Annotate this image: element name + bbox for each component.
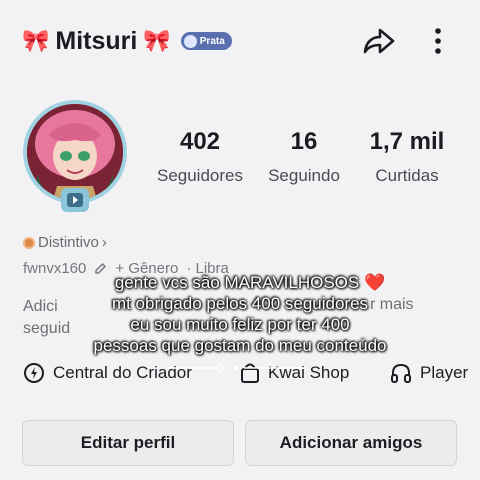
share-button[interactable] bbox=[362, 27, 396, 55]
creator-bolt-icon bbox=[24, 363, 44, 383]
stat-followers[interactable]: 402 Seguidores bbox=[152, 128, 248, 186]
heart-icon: ❤️ bbox=[363, 273, 386, 292]
caption-sparkle-divider bbox=[168, 363, 304, 373]
followers-count: 402 bbox=[179, 128, 221, 155]
play-icon bbox=[67, 193, 83, 207]
following-count: 16 bbox=[290, 128, 318, 155]
title-row: 🎀 Mitsuri 🎀 Prata bbox=[22, 26, 232, 56]
add-friends-button[interactable]: Adicionar amigos bbox=[245, 420, 457, 466]
caption-line-4: pessoas que gostam do meu conteúdo bbox=[93, 336, 387, 355]
player-label: Player bbox=[420, 363, 469, 382]
bow-right-emoji: 🎀 bbox=[143, 28, 171, 53]
distinctive-link[interactable]: Distintivo › bbox=[23, 234, 107, 251]
video-caption-overlay: gente vcs são MARAVILHOSOS ❤️ mt obrigad… bbox=[0, 272, 480, 356]
more-vertical-icon bbox=[435, 28, 441, 54]
badge-icon bbox=[183, 34, 197, 48]
share-arrow-icon bbox=[363, 28, 395, 54]
caption-line-1-text: gente vcs são MARAVILHOSOS bbox=[114, 273, 360, 292]
headphones-icon bbox=[391, 363, 411, 383]
caption-line-1: gente vcs são MARAVILHOSOS ❤️ bbox=[0, 272, 480, 293]
profile-page: 🎀 Mitsuri 🎀 Prata 402 Seguidores 16 Segu… bbox=[0, 0, 480, 480]
level-badge[interactable]: Prata bbox=[180, 32, 232, 50]
edit-profile-button[interactable]: Editar perfil bbox=[22, 420, 234, 466]
distinctive-icon bbox=[23, 236, 35, 249]
creator-center-link[interactable]: Central do Criador bbox=[23, 362, 192, 384]
avatar-image bbox=[27, 104, 123, 200]
badge-label: Prata bbox=[199, 35, 225, 47]
bow-left-emoji: 🎀 bbox=[22, 28, 50, 53]
followers-label: Seguidores bbox=[156, 166, 243, 185]
avatar-container[interactable] bbox=[23, 100, 127, 216]
distinctive-label: Distintivo bbox=[38, 234, 99, 251]
caption-line-2: mt obrigado pelos 400 seguidores bbox=[111, 294, 369, 313]
stat-following[interactable]: 16 Seguindo bbox=[260, 128, 348, 186]
profile-header: 🎀 Mitsuri 🎀 Prata bbox=[0, 0, 480, 84]
more-options-button[interactable] bbox=[428, 27, 448, 57]
caption-line-3: eu sou muito feliz por ter 400 bbox=[130, 315, 350, 334]
likes-count: 1,7 mil bbox=[369, 128, 445, 155]
following-label: Seguindo bbox=[268, 166, 340, 185]
likes-label: Curtidas bbox=[375, 166, 439, 185]
player-link[interactable]: Player bbox=[390, 362, 468, 384]
chevron-right-icon: › bbox=[101, 234, 107, 251]
username: Mitsuri bbox=[55, 27, 138, 55]
stat-likes[interactable]: 1,7 mil Curtidas bbox=[362, 128, 452, 186]
